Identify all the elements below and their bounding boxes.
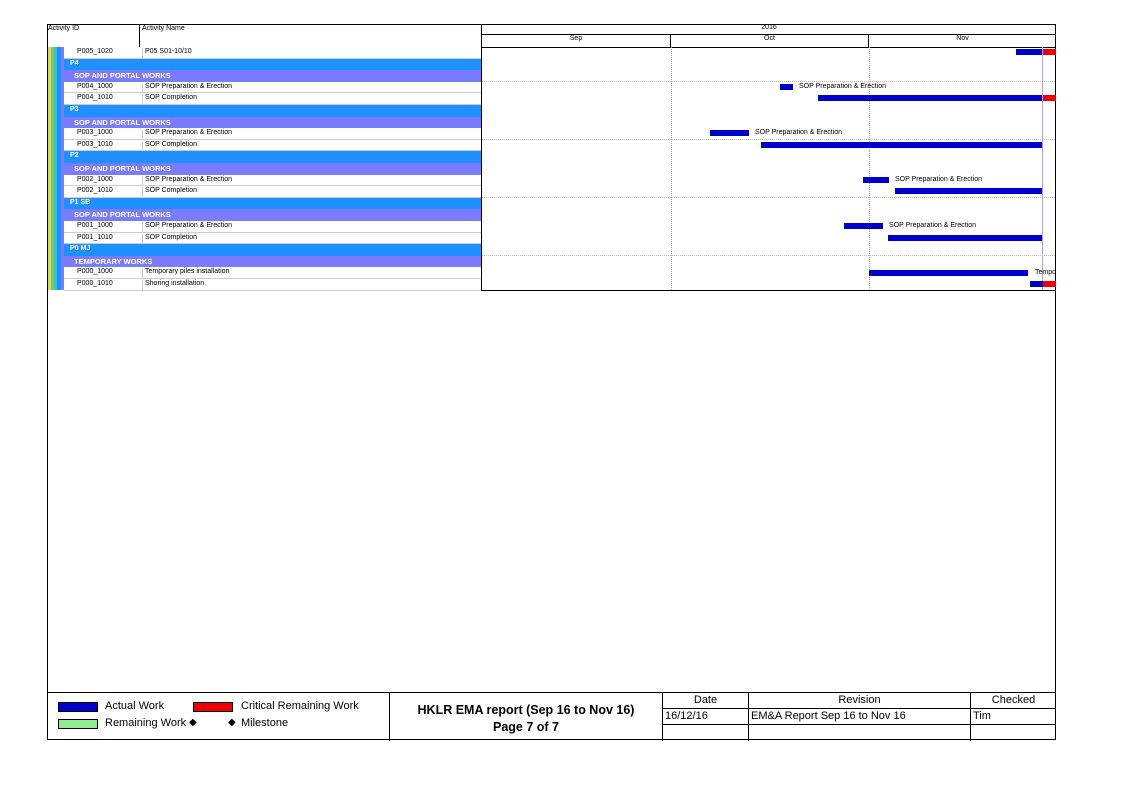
wbs-label: P3 (70, 106, 79, 113)
legend-actual-swatch (58, 702, 98, 712)
gantt-bar-critical[interactable] (1043, 95, 1056, 101)
table-row[interactable]: P003_1000 SOP Preparation & Erection (64, 128, 481, 140)
activity-id: P005_1020 (77, 48, 113, 55)
legend-critical-swatch (193, 702, 233, 712)
gantt-bar-actual[interactable] (863, 177, 889, 183)
wbs-group-row[interactable]: P4 (64, 58, 481, 71)
table-row[interactable]: P001_1000 SOP Preparation & Erection (64, 221, 481, 233)
checked-value: Tim (971, 709, 1056, 725)
gantt-bar-label: SOP Preparation & Erection (889, 222, 977, 229)
wbs-label: TEMPORARY WORKS (74, 256, 153, 266)
wbs-group-row[interactable]: P2 (64, 151, 481, 163)
page-number: Page 7 of 7 (493, 720, 559, 734)
gantt-bar-actual[interactable] (869, 270, 1028, 276)
activity-name: SOP Completion (142, 140, 197, 152)
revision-header: Revision (749, 693, 971, 709)
wbs-group-row[interactable]: P0 MJ (64, 244, 481, 256)
data-date-line (1042, 47, 1043, 290)
gantt-bar-label: SOP Preparation & Erection (755, 129, 843, 136)
legend-critical-label: Critical Remaining Work (241, 700, 359, 712)
wbs-subgroup-row[interactable]: SOP AND PORTAL WORKS (64, 70, 481, 82)
table-row[interactable]: P002_1000 SOP Preparation & Erection (64, 174, 481, 187)
gantt-chart (481, 24, 1056, 291)
activity-id: P001_1000 (77, 222, 113, 229)
date-value: 16/12/16 (663, 709, 749, 725)
gantt-bar-critical[interactable] (1043, 49, 1056, 55)
activity-id: P000_1000 (77, 268, 113, 276)
gantt-bar-critical[interactable] (1043, 281, 1056, 287)
report-title-block: HKLR EMA report (Sep 16 to Nov 16) Page … (390, 693, 663, 741)
activity-name: SOP Preparation & Erection (142, 82, 232, 94)
wbs-label: P2 (70, 152, 79, 160)
activity-name: SOP Preparation & Erection (142, 129, 232, 140)
wbs-label: SOP AND PORTAL WORKS (74, 164, 171, 173)
wbs-label: SOP AND PORTAL WORKS (74, 117, 171, 127)
activity-id: P004_1010 (77, 94, 113, 102)
activity-name: Temporary piles installation (142, 268, 229, 279)
report-footer: Actual Work Critical Remaining Work Rema… (47, 692, 1056, 741)
activity-id: P003_1010 (77, 140, 113, 148)
legend-actual-label: Actual Work (105, 700, 165, 712)
milestone-diamond-icon: ◆ (228, 717, 236, 728)
activity-id: P004_1000 (77, 82, 113, 90)
activity-id: P002_1010 (77, 187, 113, 195)
revision-empty-cell (749, 725, 971, 741)
wbs-label: P1 SB (70, 198, 91, 206)
activity-id: P001_1010 (77, 233, 113, 241)
gantt-bar-actual[interactable] (761, 142, 1042, 148)
revision-value: EM&A Report Sep 16 to Nov 16 (749, 709, 971, 725)
legend: Actual Work Critical Remaining Work Rema… (47, 693, 390, 741)
activity-id-header: Activity ID (48, 25, 80, 32)
gantt-bar-label: SOP Preparation & Erection (799, 83, 887, 90)
activity-name: P05 S01-10/10 (142, 48, 192, 59)
table-row[interactable]: P002_1010 SOP Completion (64, 186, 481, 198)
activity-id: P002_1000 (77, 175, 113, 183)
wbs-label: SOP AND PORTAL WORKS (74, 210, 171, 220)
wbs-subgroup-row[interactable]: TEMPORARY WORKS (64, 255, 481, 268)
gantt-bar-actual[interactable] (844, 223, 883, 229)
gantt-bar-actual[interactable] (710, 130, 749, 136)
gantt-bar-actual[interactable] (780, 84, 793, 90)
wbs-subgroup-row[interactable]: SOP AND PORTAL WORKS (64, 209, 481, 221)
activity-name: SOP Completion (142, 187, 197, 198)
table-row[interactable]: P000_1000 Temporary piles installation (64, 267, 481, 279)
table-row[interactable]: P003_1010 SOP Completion (64, 139, 481, 152)
legend-remaining-label: Remaining Work (105, 717, 187, 729)
activity-id: P000_1010 (77, 280, 113, 287)
report-title: HKLR EMA report (Sep 16 to Nov 16) (417, 703, 635, 717)
activity-id: P003_1000 (77, 129, 113, 137)
legend-milestone-label: Milestone (241, 717, 289, 729)
table-row[interactable]: P004_1010 SOP Completion (64, 93, 481, 105)
gantt-bar-label: SOP Preparation & Erection (895, 176, 983, 183)
table-row[interactable]: P004_1000 SOP Preparation & Erection (64, 81, 481, 94)
gantt-bar-actual[interactable] (895, 188, 1042, 194)
gantt-bar-actual[interactable] (1030, 281, 1043, 287)
date-header: Date (663, 693, 749, 709)
activity-name: SOP Preparation & Erection (142, 222, 232, 233)
gantt-bar-actual[interactable] (888, 235, 1042, 241)
wbs-label: P4 (70, 59, 79, 67)
activity-name: SOP Preparation & Erection (142, 175, 232, 187)
table-row[interactable]: P000_1010 Shoring installation (64, 279, 481, 291)
activity-name-header: Activity Name (142, 25, 185, 32)
wbs-group-row[interactable]: P1 SB (64, 197, 481, 210)
date-empty-cell (663, 725, 749, 741)
wbs-label: P0 MJ (70, 245, 91, 253)
gantt-bar-actual[interactable] (818, 95, 1042, 101)
diamond-icon: ◆ (189, 717, 197, 728)
table-row[interactable]: P001_1010 SOP Completion (64, 232, 481, 245)
wbs-subgroup-row[interactable]: SOP AND PORTAL WORKS (64, 116, 481, 129)
gantt-bar-label: Tempo (1035, 269, 1055, 276)
checked-header: Checked (971, 693, 1056, 709)
wbs-group-row[interactable]: P3 (64, 105, 481, 117)
table-row[interactable]: P005_1020 P05 S01-10/10 (64, 47, 481, 59)
legend-remaining-swatch (58, 719, 98, 729)
activity-name: SOP Completion (142, 94, 197, 105)
activity-name: SOP Completion (142, 233, 197, 245)
wbs-subgroup-row[interactable]: SOP AND PORTAL WORKS (64, 163, 481, 175)
gantt-bar-actual[interactable] (1016, 49, 1042, 55)
activity-name: Shoring installation (142, 280, 204, 291)
wbs-label: SOP AND PORTAL WORKS (74, 71, 171, 81)
